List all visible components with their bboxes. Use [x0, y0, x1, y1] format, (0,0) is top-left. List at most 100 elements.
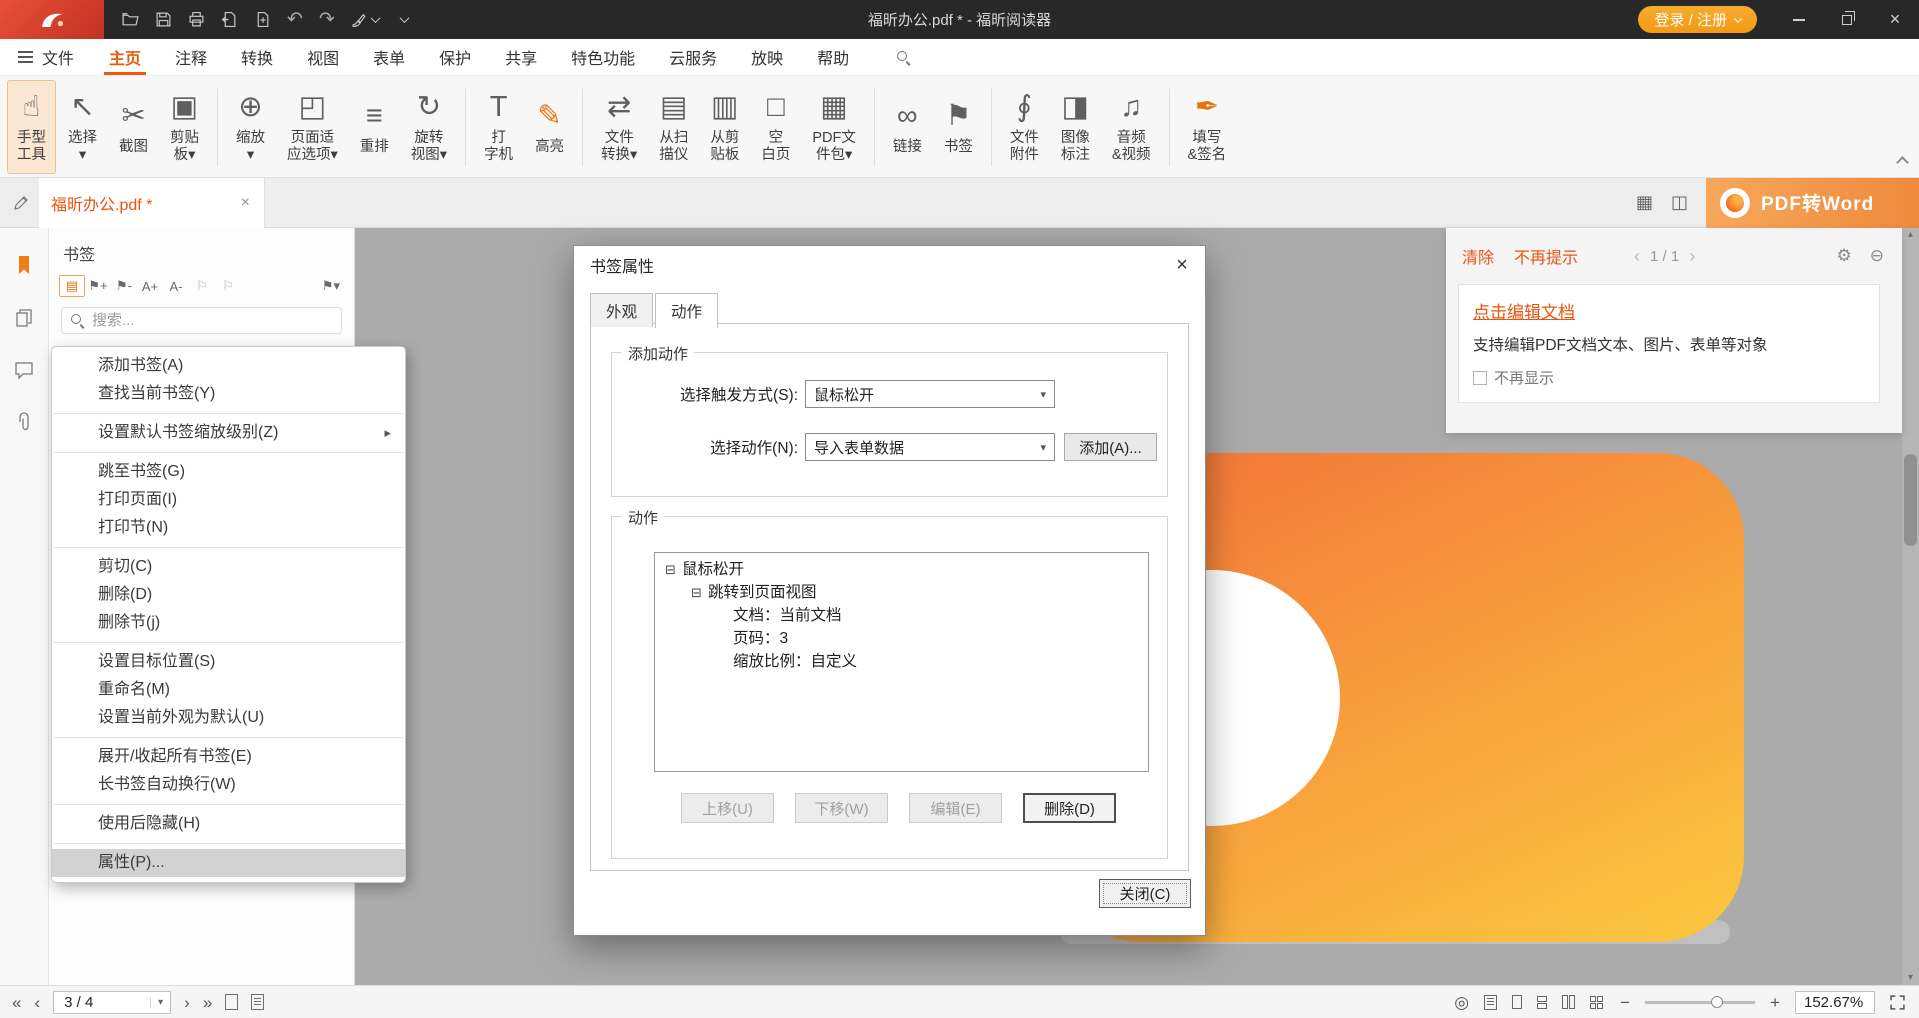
dialog-close-icon[interactable]: ×	[1159, 246, 1205, 284]
tool-highlight[interactable]: ✎ 高亮	[525, 80, 574, 174]
tool-image-annotation[interactable]: ◨ 图像 标注	[1051, 80, 1100, 174]
menu-tab-present[interactable]: 放映	[734, 39, 800, 75]
checkbox-icon[interactable]	[1473, 371, 1487, 385]
login-register-button[interactable]: 登录 / 注册	[1638, 6, 1757, 33]
close-window-button[interactable]: ×	[1871, 0, 1919, 39]
menu-rename[interactable]: 重命名(M)	[52, 676, 405, 704]
fullscreen-icon[interactable]	[1890, 995, 1905, 1010]
page-view-icon[interactable]: ◫	[1671, 192, 1688, 213]
undo-icon[interactable]: ↶	[287, 10, 303, 29]
bookmark-search-input[interactable]	[92, 312, 333, 329]
next-view-icon[interactable]	[251, 994, 264, 1010]
action-select[interactable]: 导入表单数据 ▾	[805, 433, 1055, 461]
attachments-panel-icon[interactable]	[15, 412, 33, 434]
move-up-button[interactable]: 上移(U)	[681, 793, 774, 823]
menu-tab-features[interactable]: 特色功能	[554, 39, 652, 75]
pager-next-icon[interactable]: ›	[1689, 247, 1695, 265]
clear-link[interactable]: 清除	[1462, 244, 1494, 268]
dialog-tab-appearance[interactable]: 外观	[590, 293, 653, 327]
tool-typewriter[interactable]: T 打 字机	[474, 80, 523, 174]
dialog-titlebar[interactable]: 书签属性 ×	[574, 246, 1205, 284]
trigger-select[interactable]: 鼠标松开 ▾	[805, 380, 1055, 408]
tool-file-attachment[interactable]: ∮ 文件 附件	[1000, 80, 1049, 174]
search-icon[interactable]	[896, 39, 911, 75]
tool-from-clipboard[interactable]: ▥ 从剪 贴板	[700, 80, 749, 174]
tree-node-page-number[interactable]: 页码：3	[655, 627, 1148, 650]
zoom-in-icon[interactable]: +	[1770, 994, 1780, 1011]
comments-panel-icon[interactable]	[14, 360, 34, 380]
tool-convert-file[interactable]: ⇄ 文件 转换▾	[591, 80, 647, 174]
menu-tab-form[interactable]: 表单	[356, 39, 422, 75]
save-icon[interactable]	[155, 11, 172, 28]
menu-delete[interactable]: 删除(D)	[52, 581, 405, 609]
menu-goto-bookmark[interactable]: 跳至书签(G)	[52, 458, 405, 486]
menu-tab-share[interactable]: 共享	[488, 39, 554, 75]
move-down-button[interactable]: 下移(W)	[795, 793, 888, 823]
menu-properties[interactable]: 属性(P)...	[52, 849, 405, 877]
tool-fit-page-options[interactable]: ◰ 页面适 应选项▾	[277, 80, 348, 174]
pages-panel-icon[interactable]	[14, 308, 34, 328]
collapse-node-icon[interactable]: ⊟	[665, 558, 682, 581]
close-dialog-button[interactable]: 关闭(C)	[1099, 879, 1191, 908]
edit-document-link[interactable]: 点击编辑文档	[1473, 298, 1575, 323]
bookmark-settings-icon[interactable]: ⚑▾	[318, 275, 344, 297]
action-tree[interactable]: ⊟鼠标松开 ⊟跳转到页面视图 文档：当前文档	[654, 552, 1149, 772]
page-number-box[interactable]: 3 / 4 ▾	[53, 991, 171, 1014]
bookmarks-panel-icon[interactable]	[15, 254, 33, 276]
bookmark-panel-menu-icon[interactable]: ▤	[59, 275, 85, 297]
menu-wrap-long-bookmarks[interactable]: 长书签自动换行(W)	[52, 771, 405, 799]
tool-pdf-portfolio[interactable]: ▦ PDF文 件包▾	[802, 80, 866, 174]
menu-set-destination[interactable]: 设置目标位置(S)	[52, 648, 405, 676]
tool-zoom[interactable]: ⊕ 缩放 ▾	[226, 80, 275, 174]
tool-blank-page[interactable]: □ 空 白页	[751, 80, 800, 174]
menu-add-bookmark[interactable]: 添加书签(A)	[52, 352, 405, 380]
single-page-icon[interactable]	[1512, 995, 1522, 1009]
font-increase-icon[interactable]: A+	[137, 275, 163, 297]
add-action-button[interactable]: 添加(A)...	[1064, 433, 1157, 461]
menu-tab-cloud[interactable]: 云服务	[652, 39, 734, 75]
tool-bookmark[interactable]: ⚑ 书签	[934, 80, 983, 174]
document-tab[interactable]: 福昕办公.pdf * ×	[39, 178, 265, 228]
next-bookmark-icon[interactable]: ⚐	[215, 275, 241, 297]
menu-find-current-bookmark[interactable]: 查找当前书签(Y)	[52, 380, 405, 408]
dialog-tab-action[interactable]: 动作	[655, 293, 718, 328]
menu-tab-protect[interactable]: 保护	[422, 39, 488, 75]
create-pdf-icon[interactable]	[254, 11, 271, 28]
first-page-icon[interactable]: «	[12, 994, 21, 1011]
tool-fill-sign[interactable]: ✒ 填写 &签名	[1178, 80, 1237, 174]
pdf-to-word-button[interactable]: PDF转Word	[1706, 178, 1919, 228]
tool-rotate-view[interactable]: ↻ 旋转 视图▾	[401, 80, 457, 174]
chevron-down-icon[interactable]: ▾	[150, 997, 170, 1008]
tree-node-document[interactable]: 文档：当前文档	[655, 604, 1148, 627]
tree-node-goto-page-view[interactable]: ⊟跳转到页面视图	[655, 581, 1148, 604]
edit-pencil-icon[interactable]	[13, 195, 29, 211]
add-bookmark-icon[interactable]: ⚑+	[85, 275, 111, 297]
scroll-down-icon[interactable]: ▾	[1908, 973, 1913, 983]
tool-audio-video[interactable]: ♫ 音频 &视频	[1102, 80, 1161, 174]
edit-action-button[interactable]: 编辑(E)	[909, 793, 1002, 823]
scrollbar-thumb[interactable]	[1904, 454, 1917, 546]
menu-print-section[interactable]: 打印节(N)	[52, 514, 405, 542]
tool-select[interactable]: ↖ 选择 ▾	[58, 80, 107, 174]
tool-from-scanner[interactable]: ▤ 从扫 描仪	[649, 80, 698, 174]
menu-cut[interactable]: 剪切(C)	[52, 553, 405, 581]
menu-tab-convert[interactable]: 转换	[224, 39, 290, 75]
facing-pages-icon[interactable]	[1562, 995, 1575, 1009]
menu-tab-home[interactable]: 主页	[92, 39, 158, 75]
tool-reflow[interactable]: ≡ 重排	[350, 80, 399, 174]
menu-tab-view[interactable]: 视图	[290, 39, 356, 75]
delete-action-button[interactable]: 删除(D)	[1023, 793, 1116, 823]
foxit-logo[interactable]	[0, 0, 104, 39]
scroll-up-icon[interactable]: ▴	[1908, 230, 1913, 240]
open-file-icon[interactable]	[122, 11, 139, 28]
tree-node-zoom-ratio[interactable]: 缩放比例：自定义	[655, 650, 1148, 673]
collapse-node-icon[interactable]: ⊟	[691, 581, 708, 604]
gear-icon[interactable]: ⚙	[1837, 246, 1852, 266]
menu-file[interactable]: 文件	[0, 39, 92, 75]
vertical-scrollbar[interactable]: ▴ ▾	[1902, 228, 1919, 985]
zoom-slider[interactable]	[1645, 1001, 1755, 1004]
text-viewer-icon[interactable]	[1484, 995, 1497, 1010]
restore-button[interactable]	[1823, 0, 1871, 39]
next-page-icon[interactable]: ›	[184, 994, 190, 1011]
menu-tab-help[interactable]: 帮助	[800, 39, 866, 75]
